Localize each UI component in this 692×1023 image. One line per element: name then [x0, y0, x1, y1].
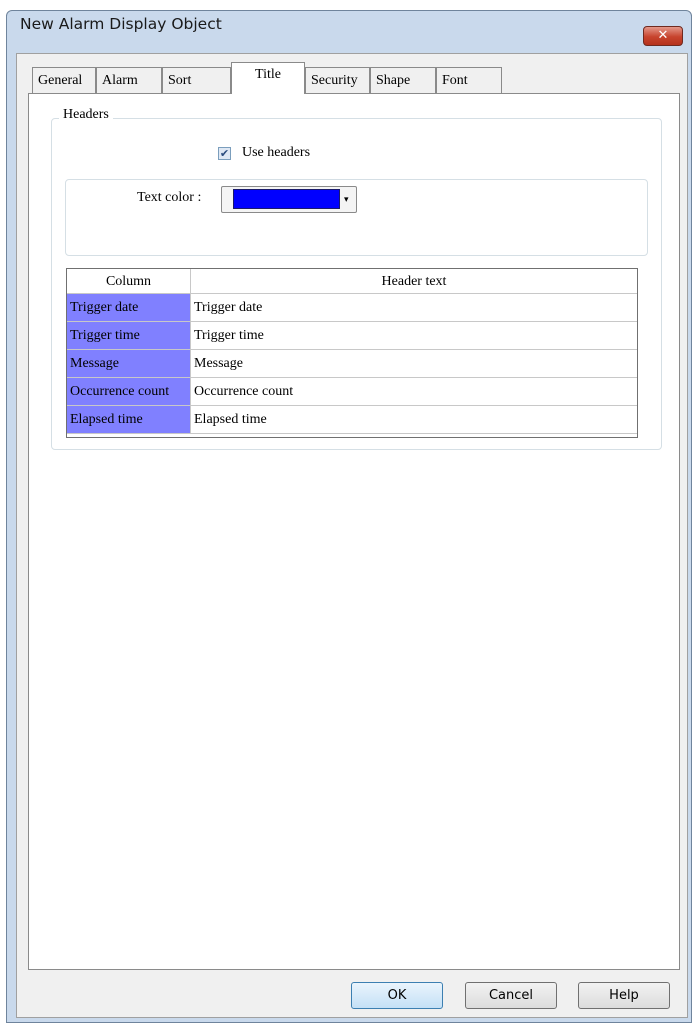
column-header-header-text: Header text: [191, 269, 637, 294]
use-headers-checkbox[interactable]: ✔: [218, 147, 231, 160]
tab-general[interactable]: General: [32, 67, 96, 93]
chevron-down-icon: ▾: [344, 195, 349, 205]
header-text-cell[interactable]: Elapsed time: [191, 406, 637, 434]
text-color-swatch: [233, 189, 340, 209]
ok-button[interactable]: OK: [351, 982, 443, 1009]
cancel-button[interactable]: Cancel: [465, 982, 557, 1009]
header-text-cell[interactable]: Trigger time: [191, 322, 637, 350]
row-label-cell[interactable]: Message: [67, 350, 191, 378]
row-label-cell[interactable]: Trigger time: [67, 322, 191, 350]
header-text-cell[interactable]: Occurrence count: [191, 378, 637, 406]
row-label-cell[interactable]: Occurrence count: [67, 378, 191, 406]
row-label-cell[interactable]: Trigger date: [67, 294, 191, 322]
close-button[interactable]: ✕: [643, 26, 683, 46]
text-color-label: Text color :: [137, 190, 202, 205]
column-header-column: Column: [67, 269, 191, 294]
tab-shape[interactable]: Shape: [370, 67, 436, 93]
checkmark-icon: ✔: [219, 147, 230, 160]
row-label-cell[interactable]: Elapsed time: [67, 406, 191, 434]
tab-alarm[interactable]: Alarm: [96, 67, 162, 93]
use-headers-label[interactable]: Use headers: [242, 145, 310, 161]
tab-font[interactable]: Font: [436, 67, 502, 93]
headers-group-legend: Headers: [59, 107, 113, 123]
header-text-cell[interactable]: Message: [191, 350, 637, 378]
window-title: New Alarm Display Object: [20, 15, 222, 33]
header-text-cell[interactable]: Trigger date: [191, 294, 637, 322]
tab-security[interactable]: Security: [305, 67, 370, 93]
header-text-table: Column Header text Trigger date Trigger d…: [66, 268, 638, 438]
tab-sort[interactable]: Sort: [162, 67, 231, 93]
help-button[interactable]: Help: [578, 982, 670, 1009]
tab-title[interactable]: Title: [231, 62, 305, 94]
